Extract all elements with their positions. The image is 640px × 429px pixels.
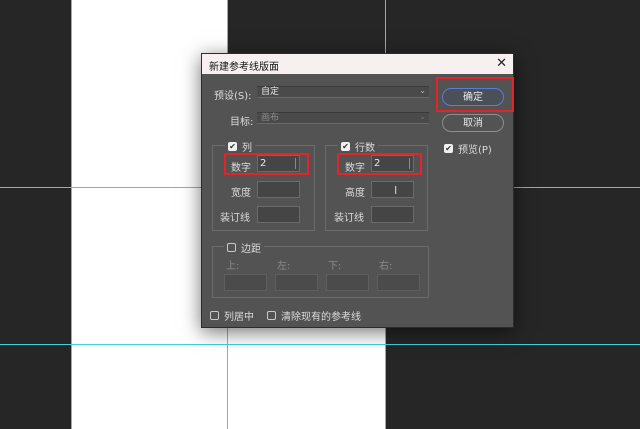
margin-right-label: 右: — [379, 261, 393, 272]
center-columns-checkbox[interactable] — [210, 311, 219, 320]
preview-label: 预览(P) — [458, 145, 492, 156]
dialog-title: 新建参考线版面 — [209, 62, 279, 73]
margin-top-input[interactable] — [224, 274, 267, 291]
columns-gutter-label: 装订线 — [220, 213, 250, 224]
columns-number-value: 2 — [260, 158, 267, 169]
rows-number-input[interactable]: 2 — [371, 155, 414, 172]
columns-checkbox[interactable]: ✔ — [228, 142, 237, 151]
cancel-button[interactable]: 取消 — [442, 114, 504, 132]
dialog-titlebar[interactable]: 新建参考线版面 ✕ — [202, 54, 513, 74]
chevron-down-icon: ⌄ — [419, 86, 426, 95]
clear-guides-option[interactable]: 清除现有的参考线 — [264, 308, 364, 323]
clear-guides-checkbox[interactable] — [267, 311, 276, 320]
columns-number-input[interactable]: 2 — [257, 155, 300, 172]
field-divider — [409, 158, 410, 169]
clear-guides-label: 清除现有的参考线 — [281, 312, 361, 323]
checkmark-icon: ✔ — [342, 141, 349, 151]
target-select[interactable]: 画布 ⌄ — [257, 112, 429, 124]
preset-select[interactable]: 自定 ⌄ — [257, 86, 429, 98]
preview-checkbox[interactable]: ✔ — [444, 144, 453, 153]
columns-label: 列 — [242, 143, 252, 154]
text-cursor-icon: I — [394, 184, 398, 197]
margin-bottom-label: 下: — [328, 261, 342, 272]
margin-checkbox[interactable] — [227, 243, 236, 252]
rows-number-value: 2 — [374, 158, 381, 169]
rows-gutter-input[interactable] — [371, 206, 414, 223]
center-columns-option[interactable]: 列居中 — [207, 308, 257, 323]
rows-number-label: 数字 — [345, 163, 365, 174]
close-icon[interactable]: ✕ — [496, 56, 507, 72]
columns-number-label: 数字 — [231, 163, 251, 174]
guide-vertical-1[interactable] — [71, 0, 72, 429]
margin-top-label: 上: — [226, 261, 240, 272]
ok-button[interactable]: 确定 — [442, 88, 504, 106]
rows-legend[interactable]: ✔ 行数 — [338, 139, 378, 154]
margin-label: 边距 — [241, 244, 261, 255]
margin-legend[interactable]: 边距 — [224, 240, 264, 255]
rows-label: 行数 — [355, 143, 375, 154]
target-label: 目标: — [230, 117, 254, 128]
margin-left-input[interactable] — [275, 274, 318, 291]
preview-option[interactable]: ✔ 预览(P) — [441, 141, 495, 156]
margin-right-input[interactable] — [377, 274, 420, 291]
center-columns-label: 列居中 — [224, 312, 254, 323]
preset-label: 预设(S): — [214, 91, 252, 102]
columns-legend[interactable]: ✔ 列 — [225, 139, 255, 154]
new-guide-layout-dialog: 新建参考线版面 ✕ 预设(S): 自定 ⌄ 目标: 画布 ⌄ ✔ 列 数字 2 … — [201, 53, 514, 328]
rows-height-label: 高度 — [345, 188, 365, 199]
rows-height-input[interactable] — [371, 181, 414, 198]
rows-checkbox[interactable]: ✔ — [341, 142, 350, 151]
preset-value: 自定 — [261, 87, 280, 97]
columns-width-label: 宽度 — [231, 188, 251, 199]
guide-horizontal-2[interactable] — [0, 344, 640, 345]
columns-gutter-input[interactable] — [257, 206, 300, 223]
field-divider — [295, 158, 296, 169]
margin-left-label: 左: — [277, 261, 291, 272]
checkmark-icon: ✔ — [229, 141, 236, 151]
margin-bottom-input[interactable] — [326, 274, 369, 291]
columns-width-input[interactable] — [257, 181, 300, 198]
target-value: 画布 — [261, 113, 280, 123]
chevron-down-icon: ⌄ — [419, 112, 426, 121]
checkmark-icon: ✔ — [445, 143, 452, 153]
rows-gutter-label: 装订线 — [334, 213, 364, 224]
